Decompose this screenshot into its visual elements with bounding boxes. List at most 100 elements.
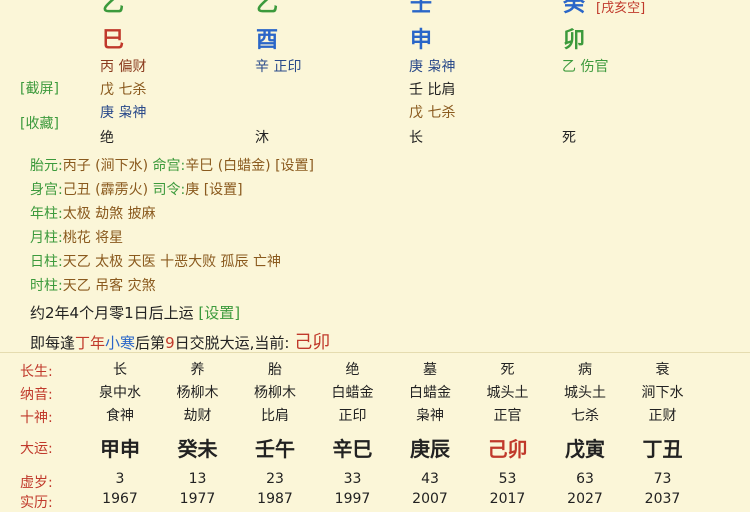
yun-start-line: 约2年4个月零1日后上运 [设置] <box>30 302 240 323</box>
shishen-cell: 比肩 <box>261 408 289 424</box>
xusui-cell: 63 <box>576 471 594 487</box>
yuezhu-value: 桃花 将星 <box>62 230 124 246</box>
shili-cell: 1977 <box>179 491 216 507</box>
rizhu-value: 天乙 太极 天医 十恶大败 孤辰 亡神 <box>62 254 281 270</box>
hidden-stem-year-3: 庚 枭神 <box>100 105 147 121</box>
shishen-cell: 正官 <box>493 408 522 424</box>
shili-cell: 2027 <box>567 491 603 507</box>
stem-year: 乙 <box>102 0 125 17</box>
branch-year: 巳 <box>102 28 125 53</box>
kongwang-label[interactable]: [戌亥空] <box>596 0 645 16</box>
label-xusui: 虚岁: <box>20 475 53 491</box>
changsheng-cell: 绝 <box>345 362 360 378</box>
minggong-setting-link[interactable]: [设置] <box>275 158 314 174</box>
shishen-cell: 正印 <box>338 408 367 424</box>
xusui-cell: 73 <box>653 471 672 487</box>
favorite-link[interactable]: [收藏] <box>20 113 59 133</box>
yun-term: 小寒 <box>105 334 136 352</box>
yun-mid: 后第 <box>135 334 166 352</box>
nayin-cell: 城头土 <box>486 385 529 401</box>
yuezhu-line: 月柱:桃花 将星 <box>30 227 123 247</box>
changsheng-cell: 病 <box>578 362 592 378</box>
minggong-value: 辛巳 (白蜡金) <box>185 158 271 174</box>
label-shili: 实历: <box>20 495 53 511</box>
branch-day: 申 <box>410 28 433 53</box>
hidden-stem-year-2: 戊 七杀 <box>100 82 147 98</box>
shili-cell: 2007 <box>412 491 448 507</box>
shishen-cell: 食神 <box>106 408 134 424</box>
yun-post: 日交脱大运,当前: <box>174 334 290 352</box>
dayun-cell[interactable]: 甲申 <box>85 433 155 462</box>
shishen-cell: 劫财 <box>183 408 212 424</box>
shili-cell: 2017 <box>489 491 526 507</box>
yun-day: 9 <box>165 334 175 352</box>
changsheng-cell: 衰 <box>655 362 670 378</box>
shishen-cell: 枭神 <box>416 408 444 424</box>
nayin-cell: 白蜡金 <box>331 385 374 401</box>
shili-cell: 1997 <box>334 491 371 507</box>
divider <box>0 352 750 353</box>
yun-current: 己卯 <box>294 332 331 353</box>
dayun-cell[interactable]: 戊寅 <box>550 433 620 462</box>
nayin-cell: 白蜡金 <box>409 385 451 401</box>
phase-day: 长 <box>409 130 423 146</box>
dayun-cell[interactable]: 壬午 <box>240 433 310 462</box>
nayin-cell: 涧下水 <box>641 385 684 401</box>
dayun-cell[interactable]: 癸未 <box>163 433 233 462</box>
xusui-cell: 43 <box>421 471 439 487</box>
dayun-cell[interactable]: 庚辰 <box>395 433 465 462</box>
hidden-stem-day-3: 戊 七杀 <box>409 105 456 121</box>
xusui-cell: 53 <box>498 471 517 487</box>
branch-month: 酉 <box>256 28 279 53</box>
yun-pre: 即每逢 <box>30 334 76 352</box>
dayun-cell[interactable]: 辛巳 <box>318 433 388 462</box>
nianzhu-line: 年柱:太极 劫煞 披麻 <box>30 203 156 223</box>
nayin-cell: 杨柳木 <box>254 385 296 401</box>
hidden-stem-month-1: 辛 正印 <box>255 59 302 75</box>
nayin-cell: 城头土 <box>564 385 606 401</box>
label-changsheng: 长生: <box>20 364 53 380</box>
label-dayun: 大运: <box>20 441 53 457</box>
changsheng-cell: 胎 <box>268 362 282 378</box>
shizhu-value: 天乙 吊客 灾煞 <box>62 278 156 294</box>
taiyuan-line: 胎元:丙子 (涧下水) 命宫:辛巳 (白蜡金) [设置] <box>30 155 314 175</box>
stem-month: 乙 <box>256 0 279 17</box>
dayun-cell[interactable]: 丁丑 <box>628 433 698 462</box>
changsheng-cell: 死 <box>500 362 515 378</box>
hidden-stem-day-2: 壬 比肩 <box>409 82 456 98</box>
label-shishen: 十神: <box>20 410 53 426</box>
dayun-cell[interactable]: 己卯 <box>473 433 543 462</box>
shizhu-label: 时柱: <box>30 278 63 294</box>
changsheng-cell: 养 <box>190 362 205 378</box>
hidden-stem-hour-1: 乙 伤官 <box>562 59 609 75</box>
branch-hour: 卯 <box>563 28 586 53</box>
xusui-cell: 33 <box>343 471 362 487</box>
shengong-line: 身宫:己丑 (霹雳火) 司令:庚 [设置] <box>30 179 243 199</box>
siling-label: 司令: <box>152 182 186 198</box>
yun-setting-link[interactable]: [设置] <box>198 304 240 322</box>
shili-cell: 1987 <box>257 491 293 507</box>
shengong-label: 身宫: <box>30 182 63 198</box>
yun-start-text: 约2年4个月零1日后上运 <box>30 304 194 322</box>
xusui-cell: 13 <box>188 471 207 487</box>
nayin-cell: 杨柳木 <box>176 385 219 401</box>
taiyuan-label: 胎元: <box>30 158 63 174</box>
phase-year: 绝 <box>100 130 114 146</box>
hidden-stem-day-1: 庚 枭神 <box>409 59 456 75</box>
yun-transition-line: 即每逢丁年小寒后第9日交脱大运,当前: 己卯 <box>30 328 330 354</box>
rizhu-label: 日柱: <box>30 254 63 270</box>
screenshot-link[interactable]: [截屏] <box>20 78 59 98</box>
stem-hour: 癸 <box>563 0 586 17</box>
phase-hour: 死 <box>562 130 576 146</box>
stem-day: 壬 <box>410 0 433 17</box>
nianzhu-label: 年柱: <box>30 206 63 222</box>
shishen-cell: 正财 <box>648 408 677 424</box>
minggong-label: 命宫: <box>152 158 186 174</box>
siling-setting-link[interactable]: [设置] <box>204 182 243 198</box>
shili-cell: 2037 <box>644 491 681 507</box>
nianzhu-value: 太极 劫煞 披麻 <box>62 206 156 222</box>
xusui-cell: 23 <box>266 471 284 487</box>
label-nayin: 纳音: <box>20 387 53 403</box>
shishen-cell: 七杀 <box>571 408 599 424</box>
siling-value: 庚 <box>185 182 200 198</box>
